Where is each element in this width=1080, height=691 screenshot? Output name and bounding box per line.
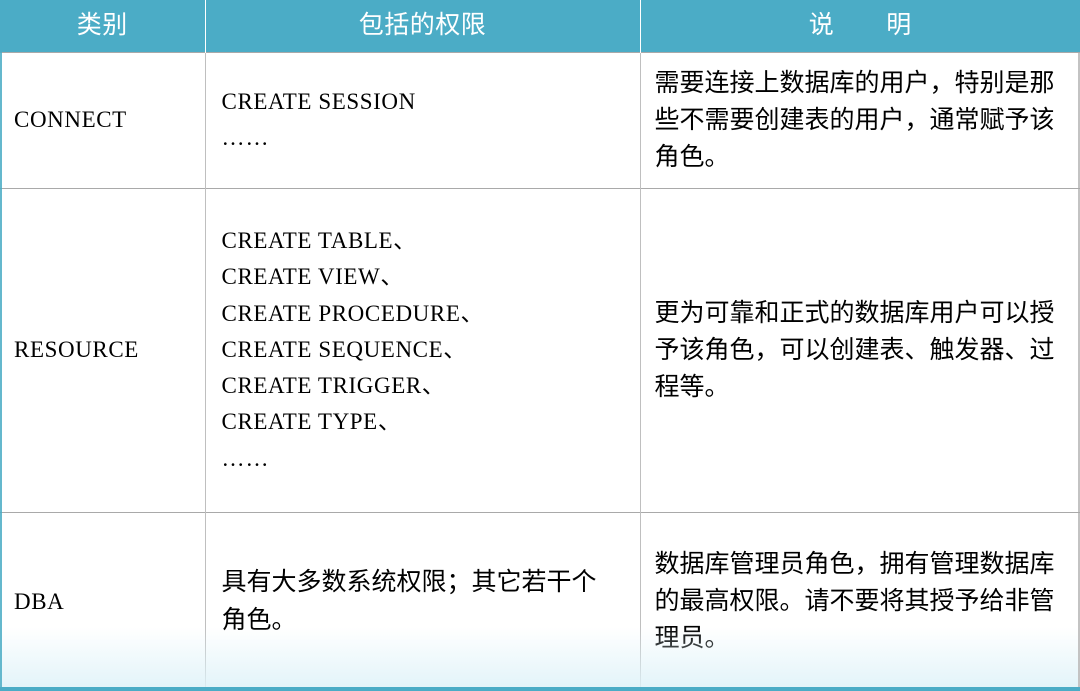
table-row: CONNECT CREATE SESSION …… 需要连接上数据库的用户，特别… bbox=[0, 51, 1080, 188]
role-description-connect: 需要连接上数据库的用户，特别是那些不需要创建表的用户，通常赋予该角色。 bbox=[640, 51, 1080, 188]
table-header-row: 类别 包括的权限 说明 bbox=[0, 0, 1080, 52]
role-description-dba: 数据库管理员角色，拥有管理数据库的最高权限。请不要将其授予给非管理员。 bbox=[640, 511, 1080, 691]
privilege-line: CREATE SESSION bbox=[221, 88, 416, 114]
column-header-category: 类别 bbox=[0, 0, 206, 52]
column-header-description-inner: 说明 bbox=[809, 12, 912, 40]
privilege-ellipsis: …… bbox=[221, 445, 270, 471]
column-header-description-char2: 明 bbox=[886, 12, 912, 39]
privilege-line: CREATE TRIGGER、 bbox=[221, 373, 446, 399]
column-header-privileges: 包括的权限 bbox=[205, 0, 641, 52]
role-name-connect: CONNECT bbox=[0, 51, 206, 188]
table-row: DBA 具有大多数系统权限；其它若干个角色。 数据库管理员角色，拥有管理数据库的… bbox=[0, 511, 1080, 691]
privilege-line: CREATE VIEW、 bbox=[221, 264, 404, 290]
privilege-line: CREATE TABLE、 bbox=[221, 227, 417, 253]
table-left-accent-border bbox=[0, 52, 2, 689]
privilege-text: 具有大多数系统权限；其它若干个角色。 bbox=[221, 569, 597, 634]
privilege-line: CREATE TYPE、 bbox=[221, 409, 402, 435]
table-header: 类别 包括的权限 说明 bbox=[0, 0, 1080, 52]
table-body: CONNECT CREATE SESSION …… 需要连接上数据库的用户，特别… bbox=[0, 51, 1080, 691]
role-name-resource: RESOURCE bbox=[0, 187, 206, 512]
privilege-ellipsis: …… bbox=[221, 125, 270, 150]
column-header-description-char1: 说 bbox=[808, 12, 835, 39]
description-text: 需要连接上数据库的用户，特别是那些不需要创建表的用户，通常赋予该角色。 bbox=[654, 69, 1055, 171]
privilege-line: CREATE SEQUENCE、 bbox=[221, 336, 467, 362]
privilege-line: CREATE PROCEDURE、 bbox=[221, 300, 485, 326]
role-privileges-connect: CREATE SESSION …… bbox=[205, 51, 641, 188]
role-description-resource: 更为可靠和正式的数据库用户可以授予该角色，可以创建表、触发器、过程等。 bbox=[640, 187, 1080, 512]
role-privileges-resource: CREATE TABLE、 CREATE VIEW、 CREATE PROCED… bbox=[205, 187, 641, 512]
roles-table-container: 类别 包括的权限 说明 CONNECT CREATE SESSION …… 需要… bbox=[0, 0, 1080, 691]
oracle-roles-table: 类别 包括的权限 说明 CONNECT CREATE SESSION …… 需要… bbox=[0, 0, 1080, 691]
column-header-description: 说明 bbox=[640, 0, 1080, 52]
role-privileges-dba: 具有大多数系统权限；其它若干个角色。 bbox=[205, 511, 641, 691]
table-bottom-accent-border bbox=[0, 687, 1080, 691]
description-text: 更为可靠和正式的数据库用户可以授予该角色，可以创建表、触发器、过程等。 bbox=[654, 299, 1055, 401]
role-name-dba: DBA bbox=[0, 511, 206, 691]
table-row: RESOURCE CREATE TABLE、 CREATE VIEW、 CREA… bbox=[0, 187, 1080, 512]
description-text: 数据库管理员角色，拥有管理数据库的最高权限。请不要将其授予给非管理员。 bbox=[654, 551, 1055, 653]
